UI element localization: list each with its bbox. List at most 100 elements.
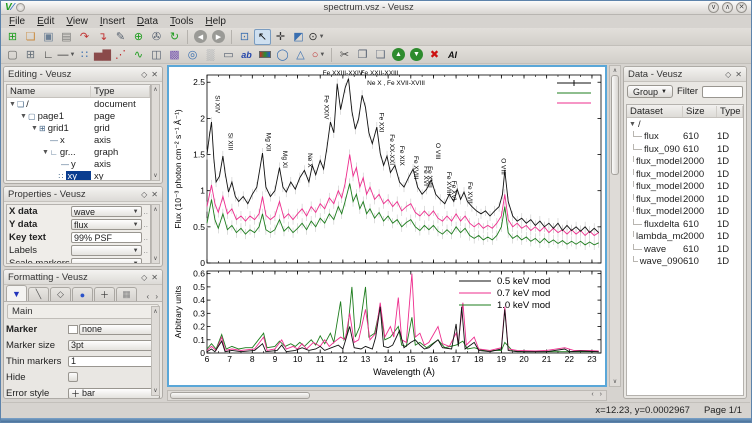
tag-button[interactable]: ..: [144, 246, 148, 255]
chevron-down-icon[interactable]: ▼: [629, 121, 636, 128]
view-whole-page-icon[interactable]: ⊡: [236, 29, 253, 45]
tree-row-gr[interactable]: ▼∟gr...graph: [7, 146, 150, 158]
add-axis-icon[interactable]: ∟: [40, 47, 57, 63]
dataset-row-flux[interactable]: flux6101D: [627, 131, 743, 144]
dataset-row-wave[interactable]: wave6101D: [627, 243, 743, 256]
close-panel-icon[interactable]: ✕: [151, 70, 158, 79]
scale-markers-select[interactable]: ▼: [71, 258, 142, 264]
scroll-down-icon[interactable]: ∨: [610, 378, 620, 385]
dataset-row-fluxdelta[interactable]: fluxdelta6101D: [627, 218, 743, 231]
capture-data-icon[interactable]: ✇: [148, 29, 165, 45]
add-image-icon[interactable]: ▩: [166, 47, 183, 63]
labels-select[interactable]: ▼: [71, 245, 142, 256]
hscroll-thumb[interactable]: [170, 392, 310, 399]
hide-checkbox[interactable]: [68, 372, 78, 382]
close-panel-icon[interactable]: ✕: [735, 70, 742, 79]
previous-page-icon[interactable]: ◀: [192, 29, 209, 45]
tab-marker-fill[interactable]: ●: [72, 287, 93, 301]
window-menu-button[interactable]: [16, 3, 25, 12]
tree-row-x[interactable]: —xaxis: [7, 134, 150, 146]
properties-scrollbar[interactable]: ∧∨: [151, 204, 160, 264]
add-fit-icon[interactable]: ⋰: [112, 47, 129, 63]
menu-insert[interactable]: Insert: [95, 16, 130, 27]
reload-data-icon[interactable]: ↻: [166, 29, 183, 45]
add-page-icon[interactable]: ▢: [4, 47, 21, 63]
dataset-row-flux_090[interactable]: flux_0906101D: [627, 143, 743, 156]
add-polar-icon[interactable]: ◯: [274, 47, 291, 63]
tag-button[interactable]: ..: [144, 233, 148, 242]
column-dataset[interactable]: Dataset: [627, 106, 683, 117]
zoom-graph-axes-icon[interactable]: ◩: [290, 29, 307, 45]
add-label-icon[interactable]: ab: [238, 47, 255, 63]
column-type[interactable]: Type: [91, 86, 150, 97]
thin-markers-stepper[interactable]: 1∧∨: [68, 356, 160, 367]
dataset-row-lambda_mo[interactable]: lambda_mo...20001D: [627, 231, 743, 244]
dataset-row-wave_090[interactable]: wave_0906101D: [627, 256, 743, 269]
float-panel-icon[interactable]: ◇: [141, 190, 147, 199]
hscroll-arrows[interactable]: ‹ ›: [591, 391, 604, 398]
add-key-icon[interactable]: ◫: [148, 47, 165, 63]
next-page-icon[interactable]: ▶: [210, 29, 227, 45]
tab-main[interactable]: ▼: [6, 285, 27, 301]
select-items-icon[interactable]: ↖: [254, 29, 271, 45]
plot-canvas[interactable]: 00.511.522.5Si XIVSi XIIIMg XIIMg XINe X…: [167, 65, 607, 387]
dataset-row-flux_model[interactable]: flux_model...20001D: [627, 181, 743, 194]
error-style-select[interactable]: ＋bar▼: [68, 388, 160, 399]
add-covariance-icon[interactable]: ▒: [202, 47, 219, 63]
spectrum-figure[interactable]: 00.511.522.5Si XIVSi XIIIMg XIIMg XINe X…: [169, 67, 605, 385]
tree-row-page1[interactable]: ▼▢page1page: [7, 110, 150, 122]
menu-help[interactable]: Help: [200, 16, 231, 27]
tab-color[interactable]: ▦: [116, 287, 137, 301]
vscroll-thumb[interactable]: [611, 75, 619, 175]
formatting-scrollbar[interactable]: ∧∨: [151, 306, 160, 396]
y-data-select[interactable]: flux▼: [71, 219, 142, 230]
tab-scroll-buttons[interactable]: ‹ ›: [146, 292, 160, 301]
dataset-row-flux_model[interactable]: flux_model...20001D: [627, 206, 743, 219]
editing-scrollbar[interactable]: ∧∨: [151, 84, 160, 181]
paste-icon[interactable]: ❑: [372, 47, 389, 63]
move-up-icon[interactable]: ▲: [390, 47, 407, 63]
edit-data-icon[interactable]: ✎: [112, 29, 129, 45]
maximize-button[interactable]: ∧: [722, 2, 733, 13]
tab-plot-line[interactable]: ╲: [28, 287, 49, 301]
add-textbox-icon[interactable]: ▭: [220, 47, 237, 63]
add-contour-icon[interactable]: ◎: [184, 47, 201, 63]
tag-button[interactable]: ..: [144, 259, 148, 264]
tree-row-grid1[interactable]: ▼⊞grid1grid: [7, 122, 150, 134]
close-button[interactable]: ✕: [736, 2, 747, 13]
add-shape-menu-icon[interactable]: ○▼: [310, 47, 327, 63]
add-bar-chart-icon[interactable]: ▅▇: [94, 47, 111, 63]
tab-error-bar[interactable]: ＋: [94, 287, 115, 301]
close-panel-icon[interactable]: ✕: [151, 273, 158, 282]
dataset-root-row[interactable]: ▼ /: [627, 118, 743, 131]
dataset-row-flux_model[interactable]: flux_model...20001D: [627, 193, 743, 206]
column-size[interactable]: Size: [683, 106, 717, 117]
marker-size-select[interactable]: 3pt▼: [68, 340, 160, 351]
tree-row-[interactable]: ▼❏/document: [7, 98, 150, 110]
scroll-up-icon[interactable]: ∧: [610, 67, 620, 74]
add-line-menu-icon[interactable]: —▼: [58, 47, 75, 63]
column-name[interactable]: Name: [7, 86, 91, 97]
add-colorbar-icon[interactable]: [256, 47, 273, 63]
x-data-select[interactable]: wave▼: [71, 206, 142, 217]
add-xy-icon[interactable]: ∷: [76, 47, 93, 63]
add-ternary-icon[interactable]: △: [292, 47, 309, 63]
close-panel-icon[interactable]: ✕: [151, 190, 158, 199]
move-down-icon[interactable]: ▼: [408, 47, 425, 63]
marker-select[interactable]: none▼: [79, 324, 160, 335]
tab-marker-border[interactable]: ◇: [50, 287, 71, 301]
read-data-points-icon[interactable]: ✛: [272, 29, 289, 45]
delete-icon[interactable]: ✖: [426, 47, 443, 63]
copy-icon[interactable]: ❐: [354, 47, 371, 63]
minimize-button[interactable]: ∨: [708, 2, 719, 13]
menu-view[interactable]: View: [61, 16, 93, 27]
filter-input[interactable]: [702, 86, 743, 98]
import-data-icon[interactable]: ↴: [94, 29, 111, 45]
plot-horizontal-scrollbar[interactable]: ‹ ›: [167, 390, 607, 401]
menu-tools[interactable]: Tools: [165, 16, 198, 27]
column-type[interactable]: Type: [717, 106, 743, 117]
open-document-icon[interactable]: ❏: [22, 29, 39, 45]
tag-button[interactable]: ..: [144, 207, 148, 216]
dataset-row-flux_model[interactable]: flux_model...20001D: [627, 156, 743, 169]
export-document-icon[interactable]: ↷: [76, 29, 93, 45]
